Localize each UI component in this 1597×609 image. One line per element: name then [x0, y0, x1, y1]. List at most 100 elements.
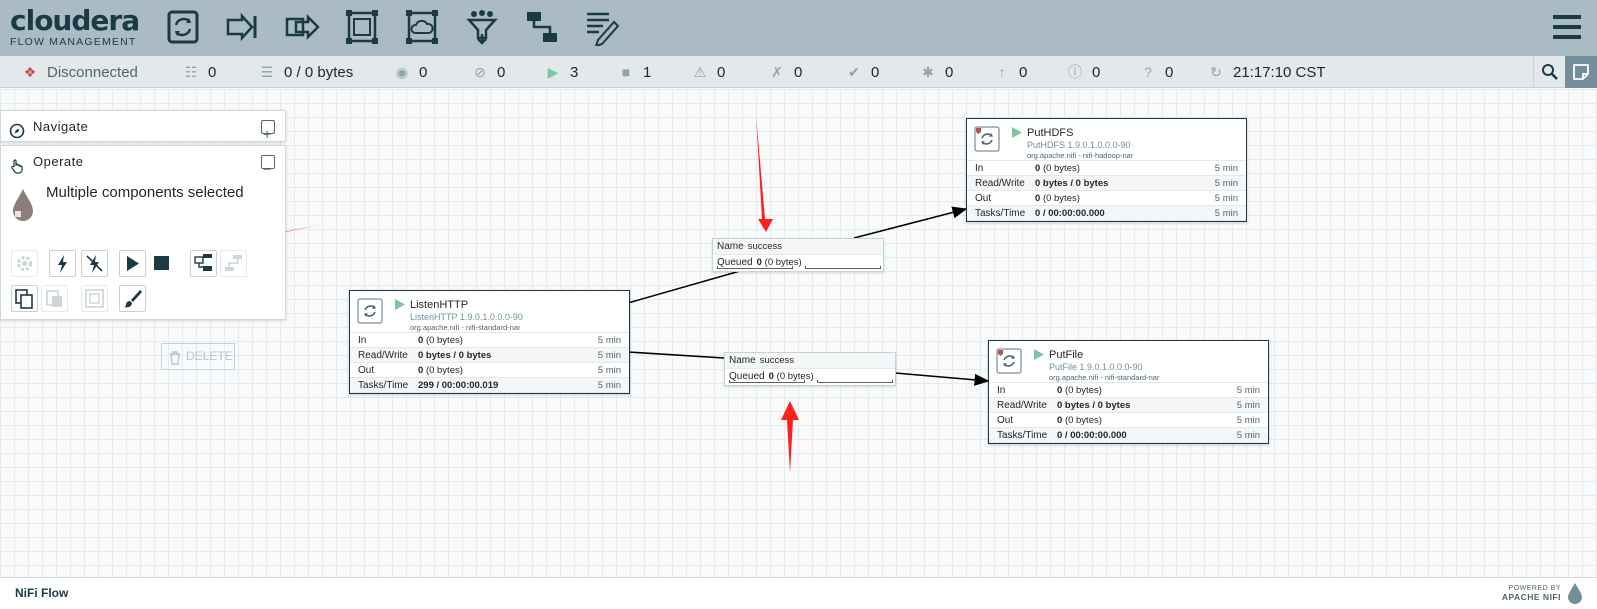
expand-icon[interactable]	[261, 120, 275, 138]
locally-modified-stale-status: ⓘ 0	[1067, 56, 1100, 88]
invalid-count: 0	[717, 64, 726, 81]
active-threads-count: 0	[208, 64, 217, 81]
locally-modified-stale-count: 0	[1092, 64, 1101, 81]
input-port-icon[interactable]	[224, 8, 260, 46]
connection-label-success-putfile[interactable]: Name success Queued 0 (0 bytes)	[724, 352, 896, 386]
stat-tasks: Tasks/Time 299 / 00:00:00.019 5 min	[350, 378, 629, 393]
processor-icon[interactable]	[165, 8, 201, 46]
disable-button[interactable]	[81, 250, 108, 277]
funnel-icon[interactable]	[464, 8, 500, 46]
processor-putfile[interactable]: PutFile PutFile 1.9.0.1.0.0.0-90 org.apa…	[988, 340, 1269, 444]
stat-window: 5 min	[597, 350, 621, 361]
template-icon[interactable]	[524, 8, 560, 46]
running-icon: ▶	[547, 64, 559, 80]
warning-icon: ⚠	[693, 64, 707, 80]
stat-value: 0 bytes / 0 bytes	[418, 348, 491, 363]
delete-button[interactable]: DELETE	[161, 343, 235, 370]
upload-template-button[interactable]	[220, 250, 247, 277]
stat-value: 0 (0 bytes)	[418, 333, 463, 348]
stat-bytes: (0 bytes)	[425, 365, 463, 376]
backpressure-size-bar	[817, 380, 893, 383]
processor-bundle: org.apache.nifi - nifi-standard-nar	[1049, 373, 1160, 382]
stat-label: In	[975, 163, 984, 174]
stat-in: In 0 (0 bytes) 5 min	[350, 333, 629, 348]
connection-label-success-puthdfs[interactable]: Name success Queued 0 (0 bytes)	[712, 238, 884, 272]
stopped-icon: ■	[621, 64, 631, 80]
flow-canvas[interactable]: Navigate Operate Multiple components sel…	[0, 89, 1597, 577]
collapse-icon[interactable]	[261, 155, 275, 170]
transmitting-status: ◉ 0	[394, 56, 427, 88]
start-button[interactable]	[119, 250, 146, 277]
operate-panel: Operate Multiple components selected DEL…	[0, 145, 286, 370]
cluster-status[interactable]: ❖ Disconnected	[22, 56, 138, 88]
stop-button[interactable]	[149, 250, 176, 277]
stat-count: 0	[1057, 385, 1063, 396]
enable-button[interactable]	[49, 250, 76, 277]
remote-process-group-icon[interactable]	[404, 8, 440, 46]
processor-type: ListenHTTP 1.9.0.1.0.0.0-90	[410, 312, 523, 322]
annotation-arrow-top	[756, 115, 773, 232]
stat-read-write: Read/Write 0 bytes / 0 bytes 5 min	[989, 398, 1268, 413]
running-state-icon	[1012, 127, 1022, 138]
backpressure-object-bar	[717, 266, 793, 269]
navigate-panel-header[interactable]: Navigate	[1, 111, 285, 143]
processor-type-icon	[974, 126, 1000, 152]
stat-window: 5 min	[1236, 385, 1260, 396]
stat-read-write: Read/Write 0 bytes / 0 bytes 5 min	[967, 176, 1246, 191]
group-button[interactable]	[81, 285, 108, 312]
copy-button[interactable]	[11, 285, 38, 312]
stat-label: Tasks/Time	[975, 208, 1026, 219]
refresh-status[interactable]: ↻ 21:17:10 CST	[1208, 56, 1326, 88]
output-port-icon[interactable]	[284, 8, 320, 46]
stat-value: 0 (0 bytes)	[1035, 161, 1080, 176]
compass-icon	[9, 119, 25, 139]
configure-button[interactable]	[11, 250, 38, 277]
stat-bytes: (0 bytes)	[425, 335, 463, 346]
stat-value: 0 bytes / 0 bytes	[1057, 398, 1130, 413]
stat-label: Tasks/Time	[358, 380, 409, 391]
processor-header: ListenHTTP ListenHTTP 1.9.0.1.0.0.0-90 o…	[350, 291, 629, 333]
refresh-icon[interactable]: ↻	[1208, 56, 1224, 88]
processor-puthdfs[interactable]: PutHDFS PutHDFS 1.9.0.1.0.0.0-90 org.apa…	[966, 118, 1247, 222]
stat-count: 0	[1035, 163, 1041, 174]
stat-window: 5 min	[597, 335, 621, 346]
process-group-icon[interactable]	[344, 8, 380, 46]
search-icon[interactable]	[1533, 56, 1565, 88]
last-refresh-time: 21:17:10 CST	[1233, 64, 1326, 81]
nifi-logo-icon	[1565, 582, 1585, 604]
stat-out: Out 0 (0 bytes) 5 min	[989, 413, 1268, 428]
apache-nifi-text: APACHE NIFI	[1501, 592, 1561, 602]
stat-value: 0 / 00:00:00.000	[1057, 428, 1127, 443]
up-to-date-count: 0	[871, 64, 880, 81]
processor-listenhttp[interactable]: ListenHTTP ListenHTTP 1.9.0.1.0.0.0-90 o…	[349, 290, 630, 394]
stat-tasks: Tasks/Time 0 / 00:00:00.000 5 min	[967, 206, 1246, 221]
breadcrumb-nifi-flow[interactable]: NiFi Flow	[15, 586, 68, 600]
label-icon[interactable]	[584, 8, 620, 48]
global-menu-icon[interactable]	[1551, 12, 1583, 42]
disabled-count: 0	[794, 64, 803, 81]
annotation-arrow-bottom	[781, 401, 799, 473]
operate-panel-header[interactable]: Operate	[1, 146, 285, 178]
transmitting-count: 0	[419, 64, 428, 81]
brand-subtitle: FLOW MANAGEMENT	[10, 36, 137, 48]
stat-label: Read/Write	[358, 350, 408, 361]
connection-line-listenhttp-putfile	[627, 351, 725, 359]
bulletin-board-icon[interactable]	[1565, 56, 1597, 88]
change-color-button[interactable]	[119, 285, 146, 312]
stat-window: 5 min	[597, 380, 621, 391]
queued-value: 0 / 0 bytes	[284, 64, 354, 81]
create-template-button[interactable]	[190, 250, 217, 277]
stat-window: 5 min	[1236, 400, 1260, 411]
stale-status: ↑ 0	[994, 56, 1028, 88]
processor-name: PutHDFS	[1027, 127, 1074, 139]
powered-by-nifi: POWERED BY APACHE NIFI	[1502, 584, 1561, 602]
stat-label: Out	[975, 193, 992, 204]
stat-label: In	[358, 335, 367, 346]
threads-icon: ☷	[184, 64, 198, 80]
cluster-icon: ❖	[23, 64, 37, 80]
stat-count: 0	[1057, 415, 1063, 426]
paste-button[interactable]	[41, 285, 68, 312]
stat-tasks-value: 0 / 00:00:00.000	[1057, 430, 1127, 441]
processor-type: PutHDFS 1.9.0.1.0.0.0-90	[1027, 140, 1131, 150]
connection-line-listenhttp-puthdfs	[627, 270, 741, 304]
